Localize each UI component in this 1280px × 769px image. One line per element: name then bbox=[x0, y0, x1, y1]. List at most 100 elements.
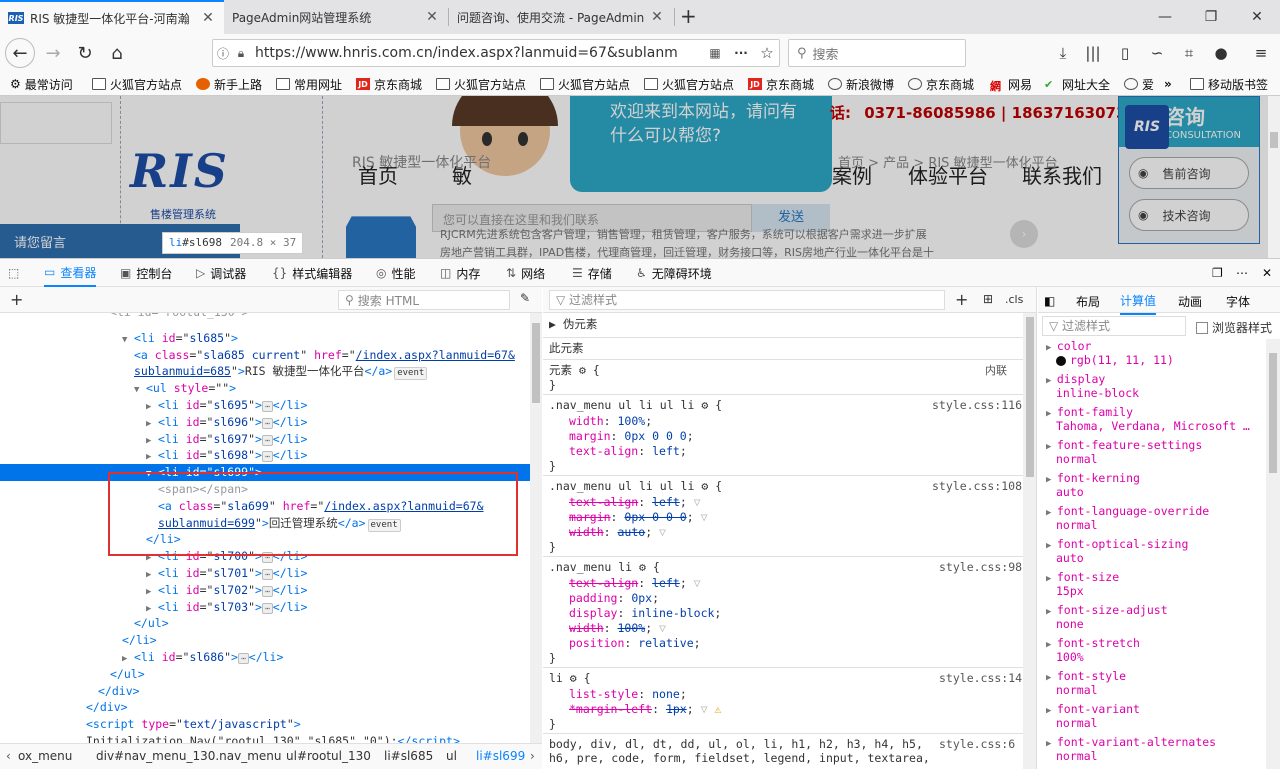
tab-computed[interactable]: 计算值 bbox=[1120, 287, 1157, 315]
rule-line[interactable]: } bbox=[549, 459, 556, 474]
bookmark-item[interactable]: 網网易 bbox=[990, 76, 1032, 94]
computed-property[interactable]: ▶ font-language-override bbox=[1046, 504, 1209, 519]
tab-layout[interactable]: 布局 bbox=[1076, 287, 1100, 315]
url-bar[interactable]: ⓘ 🔒︎ https://www.hnris.com.cn/index.aspx… bbox=[212, 39, 780, 67]
sales-menu-item[interactable]: 售楼管理系统 bbox=[150, 206, 216, 222]
html-search-input[interactable]: ⚲ 搜索 HTML bbox=[338, 290, 510, 310]
rule-line[interactable]: width: 100%; bbox=[569, 414, 652, 429]
tab-inspector[interactable]: ▭ 查看器 bbox=[44, 259, 97, 287]
bookmark-item[interactable]: 新浪微博 bbox=[828, 76, 894, 92]
breadcrumb-item[interactable]: ul bbox=[446, 749, 457, 763]
tab-debugger[interactable]: ▷ 调试器 bbox=[196, 259, 246, 287]
nav-products[interactable]: 敏 bbox=[452, 160, 472, 189]
breadcrumb-item[interactable]: ul#rootul_130 bbox=[286, 749, 371, 763]
close-window-icon[interactable]: ✕ bbox=[1234, 0, 1280, 34]
rule-line[interactable]: body, div, dl, dt, dd, ul, ol, li, h1, h… bbox=[549, 737, 1015, 752]
computed-property[interactable]: ▶ font-size bbox=[1046, 570, 1119, 585]
markup-node[interactable]: ▶ <li id="sl697"> ⋯ </li> bbox=[0, 431, 530, 448]
bookmark-item[interactable]: JD 京东商城 bbox=[748, 76, 814, 92]
downloads-icon[interactable]: ⤓ bbox=[1052, 42, 1074, 64]
bookmark-item[interactable]: ✔ 网址大全 bbox=[1044, 76, 1110, 92]
markup-node[interactable]: ▶ <li id="sl695"> ⋯ </li> bbox=[0, 397, 530, 414]
scroll-thumb[interactable] bbox=[1269, 353, 1277, 473]
close-tab-icon[interactable]: ✕ bbox=[649, 9, 665, 25]
breadcrumb-item[interactable]: div#nav_menu_130.nav_menu bbox=[96, 749, 282, 763]
tab-animations[interactable]: 动画 bbox=[1178, 287, 1202, 315]
bookmark-item[interactable]: 新手上路 bbox=[196, 76, 262, 92]
sync-icon[interactable]: ∽ bbox=[1146, 42, 1168, 64]
add-node-icon[interactable]: + bbox=[10, 290, 23, 309]
toggle-pseudo-icon[interactable]: ⊞ bbox=[983, 292, 993, 306]
rule-line[interactable]: width: auto; ▽ bbox=[569, 525, 666, 540]
breadcrumb-scroll-right-icon[interactable]: › bbox=[530, 749, 535, 763]
rule-line[interactable]: h6, pre, code, form, fieldset, legend, i… bbox=[549, 751, 930, 766]
browser-styles-checkbox[interactable]: 浏览器样式 bbox=[1196, 319, 1272, 336]
tab-accessibility[interactable]: ♿︎ 无障碍环境 bbox=[636, 259, 712, 287]
dock-icon[interactable]: ❐ bbox=[1212, 259, 1223, 287]
scroll-thumb[interactable] bbox=[1026, 317, 1034, 477]
markup-node[interactable]: </div> bbox=[0, 699, 530, 716]
markup-node[interactable]: </div> bbox=[0, 683, 530, 700]
rule-line[interactable]: text-align: left; ▽ bbox=[569, 495, 701, 510]
bookmark-item[interactable]: JD 京东商城 bbox=[356, 76, 422, 92]
tab-memory[interactable]: ◫ 内存 bbox=[440, 259, 480, 287]
bookmark-item[interactable]: 京东商城 bbox=[908, 76, 974, 92]
rule-line[interactable]: padding: 0px; bbox=[569, 591, 659, 606]
rule-line[interactable]: margin: 0px 0 0 0; ▽ bbox=[569, 510, 708, 525]
computed-property[interactable]: ▶ color bbox=[1046, 339, 1091, 354]
tab-network[interactable]: ⇅ 网络 bbox=[506, 259, 545, 287]
breadcrumb-scroll-left-icon[interactable]: ‹ bbox=[6, 749, 11, 763]
rule-line[interactable]: .nav_menu li ⚙ {style.css:98 bbox=[549, 560, 1022, 575]
rules-scrollbar[interactable] bbox=[1023, 313, 1036, 769]
tab-forum[interactable]: 问题咨询、使用交流 - PageAdmin ✕ bbox=[449, 0, 673, 34]
checkbox-icon[interactable] bbox=[1196, 321, 1208, 334]
markup-node[interactable]: ▶ <li id="sl701"> ⋯ </li> bbox=[0, 565, 530, 582]
markup-node[interactable]: ▼ <li id="sl685"> bbox=[0, 330, 530, 347]
markup-node[interactable]: ▶ <li id="sl698"> ⋯ </li> bbox=[0, 447, 530, 464]
library-icon[interactable]: ||| bbox=[1082, 42, 1104, 64]
presale-button[interactable]: ◉ 售前咨询 bbox=[1129, 157, 1249, 189]
filter-styles-input[interactable]: ▽ 过滤样式 bbox=[549, 290, 945, 310]
rule-line[interactable]: text-align: left; ▽ bbox=[569, 576, 701, 591]
rule-line[interactable]: ▶ 伪元素 bbox=[549, 317, 597, 332]
rule-line[interactable]: text-align: left; bbox=[569, 444, 687, 459]
info-icon[interactable]: ⓘ bbox=[213, 45, 233, 62]
scroll-thumb[interactable] bbox=[532, 323, 540, 403]
tab-performance[interactable]: ◎ 性能 bbox=[376, 259, 416, 287]
rule-line[interactable]: } bbox=[549, 378, 556, 393]
sidebar-icon[interactable]: ▯ bbox=[1114, 42, 1136, 64]
markup-node[interactable]: </ul> bbox=[0, 615, 530, 632]
restore-icon[interactable]: ❐ bbox=[1188, 0, 1234, 34]
rule-line[interactable]: 元素 ⚙ {内联 bbox=[549, 363, 1007, 378]
cls-toggle[interactable]: .cls bbox=[1005, 293, 1023, 306]
bookmark-folder[interactable]: 火狐官方站点 bbox=[644, 76, 734, 92]
rule-line[interactable]: position: relative; bbox=[569, 636, 701, 651]
rule-line[interactable]: list-style: none; bbox=[569, 687, 687, 702]
tab-storage[interactable]: ☰ 存储 bbox=[572, 259, 612, 287]
rule-line[interactable]: display: inline-block; bbox=[569, 606, 721, 621]
computed-property[interactable]: ▶ font-optical-sizing bbox=[1046, 537, 1188, 552]
close-tab-icon[interactable]: ✕ bbox=[200, 10, 216, 26]
tab-console[interactable]: ▣ 控制台 bbox=[120, 259, 172, 287]
computed-scrollbar[interactable] bbox=[1266, 339, 1280, 769]
tab-ris[interactable]: RIS RIS 敏捷型一体化平台-河南瀚 ✕ bbox=[0, 0, 224, 34]
new-tab-icon[interactable]: + bbox=[680, 4, 697, 28]
close-tab-icon[interactable]: ✕ bbox=[424, 9, 440, 25]
home-icon[interactable]: ⌂ bbox=[102, 38, 132, 68]
bookmark-folder[interactable]: 火狐官方站点 bbox=[92, 76, 182, 92]
markup-node[interactable]: sublanmuid=685">RIS 敏捷型一体化平台</a> event bbox=[0, 363, 530, 381]
toggle-sidebar-icon[interactable]: ◧ bbox=[1044, 287, 1055, 315]
chat-icon[interactable]: ● bbox=[1210, 42, 1232, 64]
markup-node[interactable]: ▶ <li id="sl702"> ⋯ </li> bbox=[0, 582, 530, 599]
breadcrumb-item-selected[interactable]: li#sl699 bbox=[476, 749, 525, 763]
computed-property[interactable]: ▶ font-stretch bbox=[1046, 636, 1140, 651]
search-bar[interactable]: ⚲ 搜索 bbox=[788, 39, 966, 67]
computed-property[interactable]: ▶ font-size-adjust bbox=[1046, 603, 1168, 618]
reload-icon[interactable]: ↻ bbox=[70, 38, 100, 68]
computed-property[interactable]: ▶ font-style bbox=[1046, 669, 1126, 684]
computed-property[interactable]: ▶ font-kerning bbox=[1046, 471, 1140, 486]
url-text[interactable]: https://www.hnris.com.cn/index.aspx?lanm… bbox=[249, 45, 703, 61]
back-icon[interactable]: ← bbox=[5, 38, 35, 68]
rule-line[interactable]: } bbox=[549, 651, 556, 666]
computed-property[interactable]: ▶ font-feature-settings bbox=[1046, 438, 1202, 453]
